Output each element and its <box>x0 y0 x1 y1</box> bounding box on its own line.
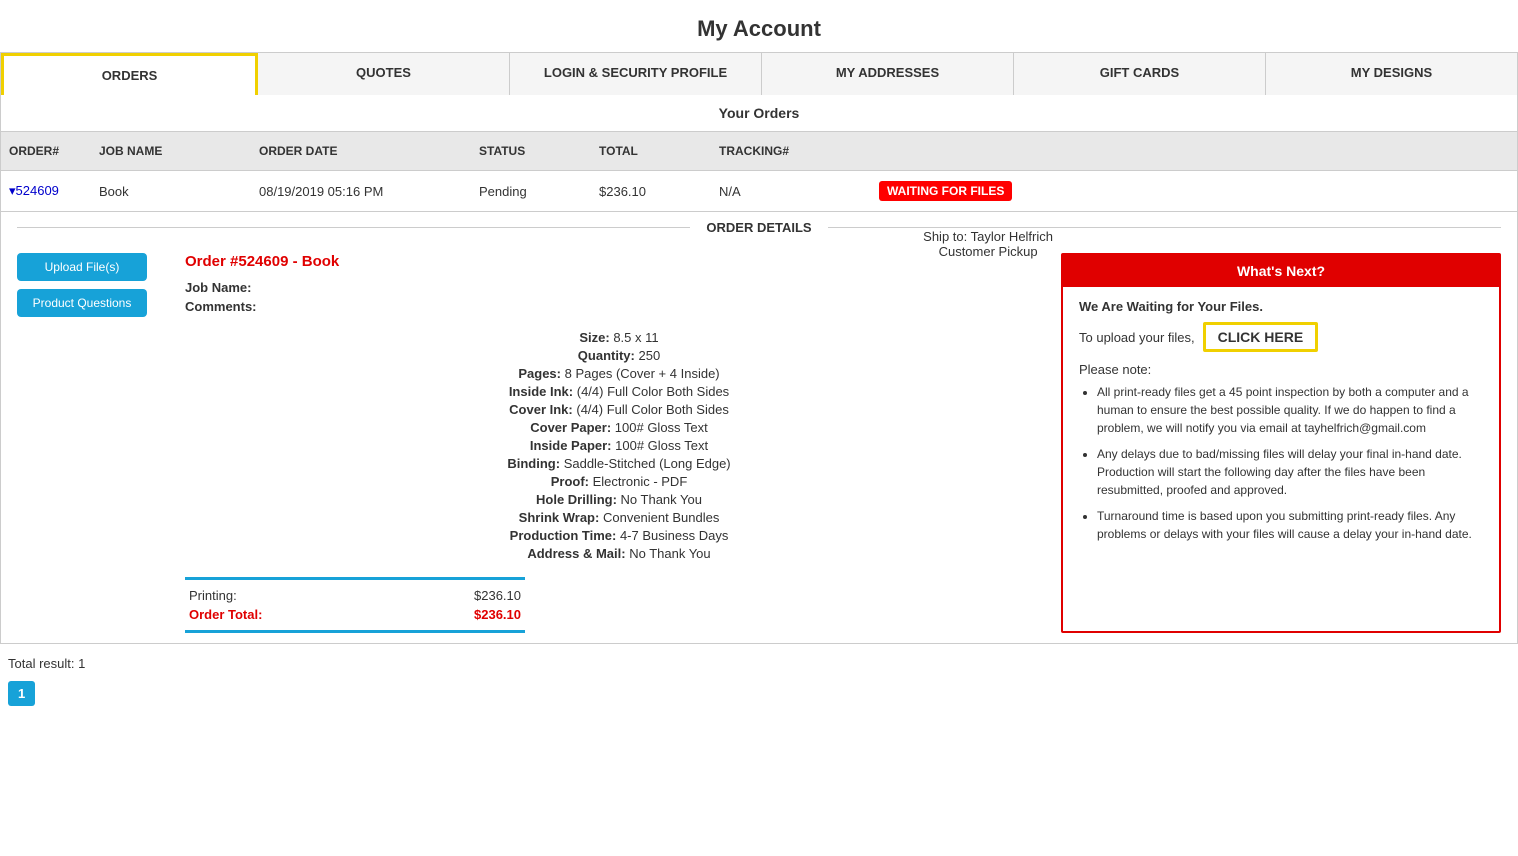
tracking-cell: N/A <box>711 180 871 203</box>
job-name-row: Job Name: <box>185 280 339 295</box>
order-total-label: Order Total: <box>189 607 262 622</box>
tab-quotes[interactable]: QUOTES <box>258 53 510 95</box>
col-header-order: ORDER# <box>1 140 91 162</box>
spec-proof: Proof: Electronic - PDF <box>185 474 1053 489</box>
spec-inside-ink: Inside Ink: (4/4) Full Color Both Sides <box>185 384 1053 399</box>
left-panel: Upload File(s) Product Questions <box>17 253 177 633</box>
whats-next-body: We Are Waiting for Your Files. To upload… <box>1063 287 1499 563</box>
status-cell: Pending <box>471 180 591 203</box>
col-header-job: JOB NAME <box>91 140 251 162</box>
bullet-item-3: Turnaround time is based upon you submit… <box>1097 507 1483 543</box>
col-header-status: STATUS <box>471 140 591 162</box>
order-details-divider: ORDER DETAILS <box>1 212 1517 243</box>
tab-orders[interactable]: ORDERS <box>1 53 258 95</box>
spec-binding: Binding: Saddle-Stitched (Long Edge) <box>185 456 1053 471</box>
whats-next-panel: What's Next? We Are Waiting for Your Fil… <box>1061 253 1501 633</box>
order-total-value: $236.10 <box>474 607 521 622</box>
please-note: Please note: <box>1079 362 1483 377</box>
col-header-date: ORDER DATE <box>251 140 471 162</box>
spec-hole-drilling: Hole Drilling: No Thank You <box>185 492 1053 507</box>
spec-cover-ink: Cover Ink: (4/4) Full Color Both Sides <box>185 402 1053 417</box>
bullet-list: All print-ready files get a 45 point ins… <box>1079 383 1483 543</box>
job-name-cell: Book <box>91 180 251 203</box>
status-badge: WAITING FOR FILES <box>879 181 1012 201</box>
nav-tabs: ORDERS QUOTES LOGIN & SECURITY PROFILE M… <box>0 52 1518 95</box>
spec-size: Size: 8.5 x 11 <box>185 330 1053 345</box>
ship-to-method: Customer Pickup <box>923 244 1053 259</box>
tab-addresses[interactable]: MY ADDRESSES <box>762 53 1014 95</box>
order-specs: Size: 8.5 x 11 Quantity: 250 Pages: 8 Pa… <box>185 330 1053 561</box>
tab-login-security[interactable]: LOGIN & SECURITY PROFILE <box>510 53 762 95</box>
spec-address-mail: Address & Mail: No Thank You <box>185 546 1053 561</box>
total-result: Total result: 1 <box>0 644 1518 677</box>
table-row: ▾524609 Book 08/19/2019 05:16 PM Pending… <box>0 171 1518 212</box>
order-number-cell[interactable]: ▾524609 <box>1 179 91 203</box>
middle-panel: Order #524609 - Book Job Name: Comments:… <box>177 253 1061 633</box>
spec-pages: Pages: 8 Pages (Cover + 4 Inside) <box>185 366 1053 381</box>
ship-to-block: Ship to: Taylor Helfrich Customer Pickup <box>923 229 1053 259</box>
col-header-action <box>871 140 1517 162</box>
total-cell: $236.10 <box>591 180 711 203</box>
bullet-item-2: Any delays due to bad/missing files will… <box>1097 445 1483 499</box>
spec-shrink-wrap: Shrink Wrap: Convenient Bundles <box>185 510 1053 525</box>
tab-my-designs[interactable]: MY DESIGNS <box>1266 53 1517 95</box>
orders-section-header: Your Orders <box>0 95 1518 132</box>
page-title: My Account <box>0 0 1518 52</box>
tab-gift-cards[interactable]: GIFT CARDS <box>1014 53 1266 95</box>
printing-value: $236.10 <box>474 588 521 603</box>
page-1-button[interactable]: 1 <box>8 681 35 706</box>
col-header-total: TOTAL <box>591 140 711 162</box>
printing-label: Printing: <box>189 588 237 603</box>
order-link[interactable]: ▾524609 <box>9 183 59 198</box>
order-details-body: Upload File(s) Product Questions Order #… <box>1 243 1517 643</box>
table-header: ORDER# JOB NAME ORDER DATE STATUS TOTAL … <box>0 132 1518 171</box>
spec-qty: Quantity: 250 <box>185 348 1053 363</box>
printing-row: Printing: $236.10 <box>185 586 525 605</box>
waiting-text: We Are Waiting for Your Files. <box>1079 299 1483 314</box>
order-date-cell: 08/19/2019 05:16 PM <box>251 180 471 203</box>
spec-cover-paper: Cover Paper: 100# Gloss Text <box>185 420 1053 435</box>
click-here-button[interactable]: CLICK HERE <box>1203 322 1319 352</box>
bullet-item-1: All print-ready files get a 45 point ins… <box>1097 383 1483 437</box>
spec-inside-paper: Inside Paper: 100# Gloss Text <box>185 438 1053 453</box>
ship-to-label: Ship to: <box>923 229 967 244</box>
upload-files-button[interactable]: Upload File(s) <box>17 253 147 281</box>
upload-prompt: To upload your files, <box>1079 330 1195 345</box>
ship-to-name: Taylor Helfrich <box>971 229 1053 244</box>
product-questions-button[interactable]: Product Questions <box>17 289 147 317</box>
badge-cell: WAITING FOR FILES <box>871 177 1517 205</box>
spec-production-time: Production Time: 4-7 Business Days <box>185 528 1053 543</box>
col-header-tracking: TRACKING# <box>711 140 871 162</box>
order-details-wrapper: ORDER DETAILS Upload File(s) Product Que… <box>0 212 1518 644</box>
order-title: Order #524609 - Book <box>185 253 339 270</box>
pricing-section: Printing: $236.10 Order Total: $236.10 <box>185 577 525 633</box>
order-total-row: Order Total: $236.10 <box>185 605 525 624</box>
whats-next-header: What's Next? <box>1063 255 1499 287</box>
order-details-label: ORDER DETAILS <box>690 220 827 235</box>
pagination: 1 <box>0 677 1518 722</box>
comments-row: Comments: <box>185 299 339 314</box>
upload-line: To upload your files, CLICK HERE <box>1079 322 1483 352</box>
